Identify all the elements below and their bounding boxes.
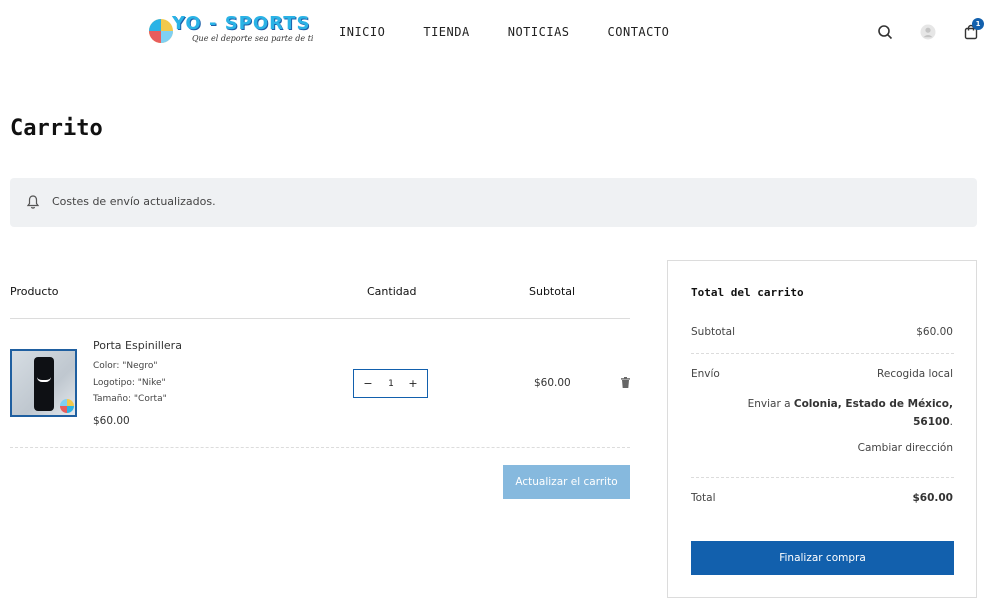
nav-noticias[interactable]: NOTICIAS [508,25,570,39]
shipping-zip-line: 56100. [913,416,953,428]
product-meta-size: Tamaño: "Corta" [93,394,167,404]
ship-prefix: Enviar a [747,398,794,410]
ship-suffix: . [949,416,953,428]
page-title: Carrito [10,116,103,141]
nav-inicio[interactable]: INICIO [339,25,385,39]
totals-subtotal-value: $60.00 [916,326,953,338]
column-header-product: Producto [10,285,59,298]
cart-totals-panel: Total del carrito Subtotal $60.00 Envío … [667,260,977,598]
search-icon[interactable] [877,24,893,40]
quantity-increase-button[interactable]: + [405,376,421,392]
nav-tienda[interactable]: TIENDA [423,25,469,39]
quantity-input[interactable] [378,375,404,393]
quantity-stepper: − + [353,369,428,398]
row-subtotal: $60.00 [534,377,571,389]
logo-tagline: Que el deporte sea parte de ti [192,34,314,43]
update-cart-button[interactable]: Actualizar el carrito [503,465,630,499]
nav-contacto[interactable]: CONTACTO [608,25,670,39]
product-meta-color: Color: "Negro" [93,361,158,371]
totals-total-label: Total [691,492,716,504]
totals-shipping-label: Envío [691,368,720,380]
table-row-divider [10,447,630,448]
notice-text: Costes de envío actualizados. [52,195,216,208]
ship-location: Colonia, Estado de México, [793,398,953,410]
thumbnail-brand-badge [60,399,74,413]
thumbnail-sleeve-shape [34,357,54,411]
main-nav: INICIO TIENDA NOTICIAS CONTACTO [339,25,707,39]
totals-total-value: $60.00 [912,492,953,504]
user-avatar-icon[interactable] [920,24,936,40]
table-header-divider [10,318,630,319]
ship-zip: 56100 [913,416,950,428]
shipping-notice: Costes de envío actualizados. [10,178,977,227]
site-logo[interactable]: YO - SPORTS Que el deporte sea parte de … [146,13,313,48]
remove-item-trash-icon[interactable] [621,377,630,388]
product-meta-logo: Logotipo: "Nike" [93,378,166,388]
product-name-link[interactable]: Porta Espinillera [93,339,182,352]
logo-text: YO - SPORTS [172,13,311,34]
quantity-decrease-button[interactable]: − [360,376,376,392]
column-header-subtotal: Subtotal [529,285,576,298]
cart-totals-title: Total del carrito [691,286,804,299]
shipping-destination: Enviar a Colonia, Estado de México, [748,398,953,410]
product-price: $60.00 [93,415,130,427]
totals-subtotal-label: Subtotal [691,326,735,338]
product-thumbnail[interactable] [10,349,77,417]
change-address-link[interactable]: Cambiar dirección [858,442,953,454]
totals-divider [691,353,954,354]
bell-icon [26,195,40,209]
shipping-method: Recogida local [877,368,953,380]
cart-count-badge: 1 [972,18,984,30]
totals-divider [691,477,954,478]
checkout-button[interactable]: Finalizar compra [691,541,954,575]
column-header-quantity: Cantidad [367,285,417,298]
